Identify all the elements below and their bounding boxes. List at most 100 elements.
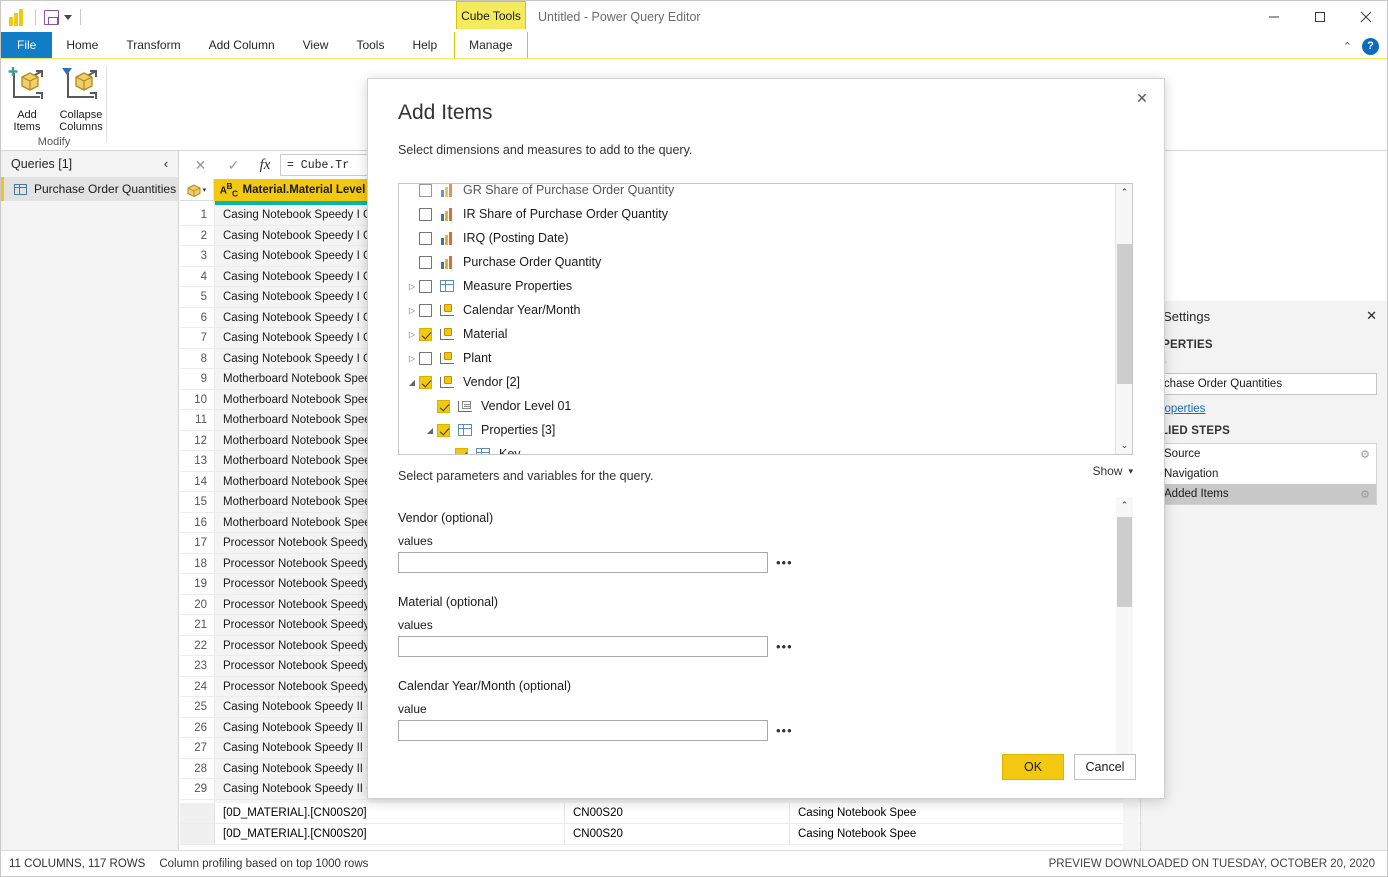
row-number: 13 bbox=[180, 451, 215, 471]
tab-manage[interactable]: Manage bbox=[454, 32, 527, 58]
tree-scroll-up-icon[interactable]: ⌃ bbox=[1116, 184, 1133, 201]
applied-step-item[interactable]: Added Items⚙ bbox=[1154, 484, 1376, 504]
chevron-down-icon[interactable]: ▾ bbox=[203, 186, 207, 194]
expander-icon[interactable]: ◢ bbox=[405, 378, 419, 387]
collapse-columns-button[interactable]: Collapse Columns bbox=[55, 65, 107, 133]
table-cell[interactable]: [0D_MATERIAL].[CN00S20] bbox=[215, 824, 565, 844]
checkbox[interactable] bbox=[419, 184, 432, 197]
all-properties-link[interactable]: Properties bbox=[1141, 395, 1388, 417]
tree-item[interactable]: ◢Properties [3] bbox=[399, 418, 1114, 442]
checkbox[interactable] bbox=[437, 400, 450, 413]
table-cell[interactable]: CN00S20 bbox=[565, 803, 790, 823]
add-items-label-1: Add bbox=[17, 109, 37, 121]
query-name-input[interactable]: rchase Order Quantities bbox=[1153, 373, 1377, 395]
tree-item[interactable]: Key bbox=[399, 442, 1114, 455]
tab-transform[interactable]: Transform bbox=[112, 32, 194, 58]
tree-scroll-thumb[interactable] bbox=[1117, 244, 1132, 384]
tree-item[interactable]: IRQ (Posting Date) bbox=[399, 226, 1114, 250]
checkbox[interactable] bbox=[419, 376, 432, 389]
table-cell[interactable]: Casing Notebook Spee bbox=[790, 803, 1140, 823]
tree-item-label: IRQ (Posting Date) bbox=[463, 231, 569, 245]
params-scroll-up-icon[interactable]: ⌃ bbox=[1116, 497, 1133, 514]
tree-item[interactable]: ▷Plant bbox=[399, 346, 1114, 370]
tree-item[interactable]: ▷ Material bbox=[399, 322, 1114, 346]
chevron-down-icon[interactable] bbox=[64, 15, 72, 20]
power-bi-logo-icon bbox=[9, 8, 27, 26]
parameter-input[interactable] bbox=[398, 720, 768, 741]
checkbox[interactable] bbox=[419, 280, 432, 293]
tree-item[interactable]: Purchase Order Quantity bbox=[399, 250, 1114, 274]
expander-icon[interactable]: ▷ bbox=[405, 354, 419, 363]
name-label: ne bbox=[1141, 355, 1388, 371]
table-row[interactable]: [0D_MATERIAL].[CN00S20]CN00S20Casing Not… bbox=[180, 824, 1140, 845]
checkbox[interactable] bbox=[419, 208, 432, 221]
applied-step-item[interactable]: Navigation bbox=[1154, 464, 1376, 484]
tab-file[interactable]: File bbox=[1, 32, 52, 58]
row-number: 14 bbox=[180, 472, 215, 492]
expander-icon[interactable]: ▷ bbox=[405, 282, 419, 291]
collapse-queries-icon[interactable]: ‹ bbox=[164, 157, 168, 171]
gear-icon[interactable]: ⚙ bbox=[1360, 448, 1370, 461]
tab-view[interactable]: View bbox=[289, 32, 343, 58]
parameter-more-button[interactable]: ••• bbox=[776, 639, 793, 654]
expander-icon[interactable]: ▷ bbox=[405, 306, 419, 315]
table-row[interactable]: [0D_MATERIAL].[CN00S20]CN00S20Casing Not… bbox=[180, 803, 1140, 824]
checkbox[interactable] bbox=[419, 328, 432, 341]
maximize-button[interactable] bbox=[1297, 1, 1343, 33]
query-list-item[interactable]: Purchase Order Quantities bbox=[1, 177, 178, 201]
close-button[interactable] bbox=[1343, 1, 1388, 33]
checkbox[interactable] bbox=[419, 304, 432, 317]
table-cell[interactable]: [0D_MATERIAL].[CN00S20] bbox=[215, 803, 565, 823]
ok-button[interactable]: OK bbox=[1002, 754, 1064, 780]
parameters-vertical-scrollbar[interactable]: ⌃ ⌄ bbox=[1116, 497, 1133, 774]
tree-item-label: GR Share of Purchase Order Quantity bbox=[463, 183, 674, 197]
checkbox[interactable] bbox=[419, 256, 432, 269]
parameter-more-button[interactable]: ••• bbox=[776, 723, 793, 738]
tab-add-column[interactable]: Add Column bbox=[195, 32, 289, 58]
add-items-button[interactable]: Add Items bbox=[1, 65, 53, 133]
checkbox[interactable] bbox=[419, 352, 432, 365]
fx-icon[interactable]: fx bbox=[250, 154, 280, 176]
tree-item[interactable]: IR Share of Purchase Order Quantity bbox=[399, 202, 1114, 226]
table-cell[interactable]: Casing Notebook Spee bbox=[790, 824, 1140, 844]
help-icon[interactable]: ? bbox=[1362, 38, 1379, 55]
checkbox[interactable] bbox=[455, 448, 468, 456]
minimize-button[interactable] bbox=[1251, 1, 1297, 33]
tree-item-label: Material bbox=[463, 327, 507, 341]
params-scroll-thumb[interactable] bbox=[1117, 517, 1132, 607]
gear-icon[interactable]: ⚙ bbox=[1360, 488, 1370, 501]
table-cell[interactable]: CN00S20 bbox=[565, 824, 790, 844]
applied-step-item[interactable]: Source⚙ bbox=[1154, 444, 1376, 464]
collapse-ribbon-icon[interactable]: ⌃ bbox=[1343, 40, 1352, 53]
parameter-input[interactable] bbox=[398, 552, 768, 573]
checkbox[interactable] bbox=[437, 424, 450, 437]
formula-cancel-icon[interactable]: ✕ bbox=[184, 154, 217, 176]
tree-vertical-scrollbar[interactable]: ⌃ ⌄ bbox=[1115, 184, 1132, 454]
expander-icon[interactable]: ◢ bbox=[423, 426, 437, 435]
parameter-label: Vendor (optional) bbox=[398, 511, 1133, 525]
grid-cube-corner[interactable]: ▾ bbox=[180, 179, 214, 201]
tab-help[interactable]: Help bbox=[398, 32, 451, 58]
row-number: 11 bbox=[180, 410, 215, 430]
tree-item[interactable]: ◢Vendor [2] bbox=[399, 370, 1114, 394]
parameter-group: Calendar Year/Month (optional)value••• bbox=[398, 679, 1133, 741]
dialog-title: Add Items bbox=[398, 101, 493, 125]
tree-item[interactable]: ▷Measure Properties bbox=[399, 274, 1114, 298]
abc-text-type-icon: ABC bbox=[220, 181, 238, 198]
tree-scroll-down-icon[interactable]: ⌄ bbox=[1116, 437, 1133, 454]
parameter-more-button[interactable]: ••• bbox=[776, 555, 793, 570]
dialog-close-button[interactable]: ✕ bbox=[1128, 86, 1156, 110]
close-icon[interactable]: ✕ bbox=[1366, 308, 1377, 324]
checkbox[interactable] bbox=[419, 232, 432, 245]
save-icon[interactable] bbox=[44, 10, 59, 25]
tree-item[interactable]: GR Share of Purchase Order Quantity bbox=[399, 183, 1114, 202]
cancel-button[interactable]: Cancel bbox=[1074, 754, 1136, 780]
tree-item[interactable]: Vendor Level 01 bbox=[399, 394, 1114, 418]
expander-icon[interactable]: ▷ bbox=[405, 330, 419, 339]
tab-tools[interactable]: Tools bbox=[342, 32, 398, 58]
tree-item[interactable]: ▷Calendar Year/Month bbox=[399, 298, 1114, 322]
tab-home[interactable]: Home bbox=[52, 32, 112, 58]
formula-accept-icon[interactable]: ✓ bbox=[217, 154, 250, 176]
parameter-input[interactable] bbox=[398, 636, 768, 657]
row-number: 18 bbox=[180, 554, 215, 574]
